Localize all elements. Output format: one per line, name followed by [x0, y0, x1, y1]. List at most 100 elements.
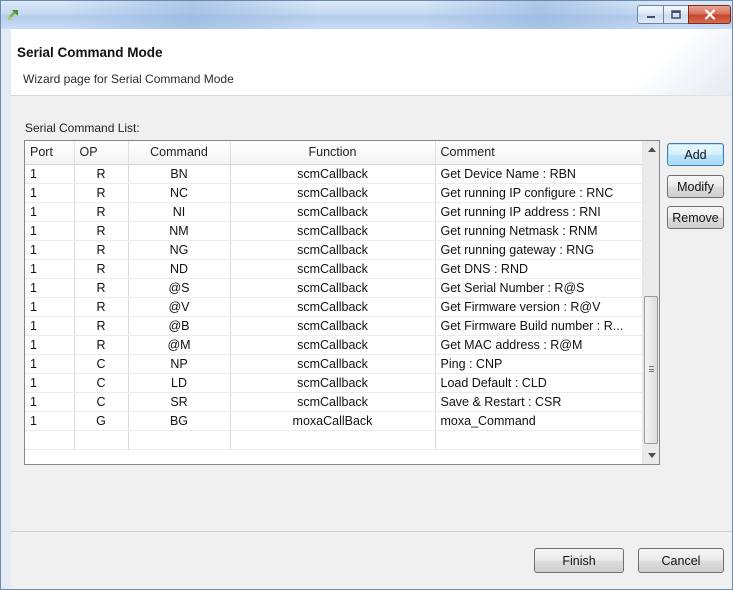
column-header-comment[interactable]: Comment: [435, 141, 644, 165]
chevron-up-icon: [647, 147, 656, 152]
window-left-edge: [1, 29, 11, 589]
header-decoration: [612, 29, 732, 96]
cell-command: BN: [128, 164, 231, 184]
cell-port: 1: [25, 202, 75, 222]
footer-separator: [11, 531, 732, 532]
scroll-down-button[interactable]: [643, 447, 659, 464]
title-bar[interactable]: [1, 1, 732, 29]
serial-command-list-label: Serial Command List:: [25, 121, 140, 135]
cell-port: 1: [25, 354, 75, 374]
scroll-up-button[interactable]: [643, 141, 659, 158]
table-row[interactable]: 1 C LD scmCallback Load Default : CLD: [25, 373, 644, 393]
table-row[interactable]: 1 R @M scmCallback Get MAC address : R@M: [25, 335, 644, 355]
cell-function: scmCallback: [230, 259, 436, 279]
cell-port: 1: [25, 278, 75, 298]
cell-comment: Save & Restart : CSR: [435, 392, 644, 412]
minimize-icon: [646, 15, 655, 18]
table-row[interactable]: 1 R NI scmCallback Get running IP address : …: [25, 202, 644, 222]
cell-port: 1: [25, 373, 75, 393]
table-row[interactable]: 1 G BG moxaCallBack moxa_Command: [25, 411, 644, 431]
table-row[interactable]: 1 R BN scmCallback Get Device Name : RBN: [25, 164, 644, 184]
cell-op: C: [74, 354, 129, 374]
cell-command: SR: [128, 392, 231, 412]
column-header-function[interactable]: Function: [230, 141, 436, 165]
cell-command: @B: [128, 316, 231, 336]
cell-port: 1: [25, 183, 75, 203]
scroll-grip-icon: [649, 366, 654, 372]
cell-comment: Get DNS : RND: [435, 259, 644, 279]
cell-comment: Get Device Name : RBN: [435, 164, 644, 184]
cell-op: R: [74, 259, 129, 279]
cell-port: 1: [25, 221, 75, 241]
scroll-thumb[interactable]: [644, 296, 658, 444]
add-button[interactable]: Add: [667, 143, 724, 166]
cell-op: C: [74, 373, 129, 393]
cell-comment: Get Firmware Build number : R...: [435, 316, 644, 336]
cell-command: NI: [128, 202, 231, 222]
table-row[interactable]: 1 R @V scmCallback Get Firmware version : R@…: [25, 297, 644, 317]
cell-function: scmCallback: [230, 221, 436, 241]
cell-function: scmCallback: [230, 278, 436, 298]
column-header-port[interactable]: Port: [25, 141, 75, 165]
cell-op: R: [74, 202, 129, 222]
cell-function: scmCallback: [230, 373, 436, 393]
cell-op: G: [74, 411, 129, 431]
wizard-window: Serial Command Mode Wizard page for Seri…: [0, 0, 733, 590]
remove-button[interactable]: Remove: [667, 206, 724, 229]
cell-comment: Get running IP configure : RNC: [435, 183, 644, 203]
cell-function: scmCallback: [230, 316, 436, 336]
table-header-row: Port OP Command Function Comment: [25, 141, 644, 165]
table-row[interactable]: 1 R @S scmCallback Get Serial Number : R@S: [25, 278, 644, 298]
column-header-command[interactable]: Command: [128, 141, 231, 165]
cell-port: 1: [25, 240, 75, 260]
cell-command: NM: [128, 221, 231, 241]
cancel-button[interactable]: Cancel: [638, 548, 724, 573]
cell-function: moxaCallBack: [230, 411, 436, 431]
table-row[interactable]: 1 R @B scmCallback Get Firmware Build number…: [25, 316, 644, 336]
minimize-button[interactable]: [637, 5, 664, 24]
cell-command: @V: [128, 297, 231, 317]
cell-command: NG: [128, 240, 231, 260]
cell-function: scmCallback: [230, 297, 436, 317]
cell-function: scmCallback: [230, 183, 436, 203]
cell-comment: Get Serial Number : R@S: [435, 278, 644, 298]
cell-function: scmCallback: [230, 335, 436, 355]
cell-function: scmCallback: [230, 202, 436, 222]
cell-command: @S: [128, 278, 231, 298]
cell-comment: Get Firmware version : R@V: [435, 297, 644, 317]
cell-op: R: [74, 335, 129, 355]
cell-comment: Ping : CNP: [435, 354, 644, 374]
cell-port: 1: [25, 164, 75, 184]
cell-port: 1: [25, 297, 75, 317]
wizard-header: Serial Command Mode Wizard page for Seri…: [11, 29, 732, 96]
modify-button[interactable]: Modify: [667, 175, 724, 198]
table-row[interactable]: 1 R ND scmCallback Get DNS : RND: [25, 259, 644, 279]
cell-command: LD: [128, 373, 231, 393]
finish-button[interactable]: Finish: [534, 548, 624, 573]
close-icon: [704, 9, 715, 20]
cell-port: 1: [25, 335, 75, 355]
chevron-down-icon: [647, 453, 656, 458]
column-header-op[interactable]: OP: [74, 141, 129, 165]
table-row[interactable]: 1 C SR scmCallback Save & Restart : CSR: [25, 392, 644, 412]
title-bar-glow: [61, 1, 321, 29]
table-vertical-scrollbar[interactable]: [642, 141, 659, 464]
cell-comment: Get MAC address : R@M: [435, 335, 644, 355]
cell-command: BG: [128, 411, 231, 431]
table-row[interactable]: 1 R NG scmCallback Get running gateway : RNG: [25, 240, 644, 260]
cell-function: scmCallback: [230, 240, 436, 260]
cell-op: R: [74, 316, 129, 336]
cell-port: 1: [25, 411, 75, 431]
cell-port: 1: [25, 316, 75, 336]
table-row[interactable]: 1 R NC scmCallback Get running IP configure …: [25, 183, 644, 203]
serial-command-table[interactable]: Port OP Command Function Comment 1 R BN scm…: [24, 140, 660, 465]
cell-comment: Get running Netmask : RNM: [435, 221, 644, 241]
cell-port: 1: [25, 392, 75, 412]
cell-op: R: [74, 297, 129, 317]
cell-command: NC: [128, 183, 231, 203]
table-row[interactable]: 1 C NP scmCallback Ping : CNP: [25, 354, 644, 374]
cell-function: scmCallback: [230, 392, 436, 412]
maximize-button[interactable]: [663, 5, 689, 24]
table-row[interactable]: 1 R NM scmCallback Get running Netmask : RNM: [25, 221, 644, 241]
close-button[interactable]: [688, 5, 731, 24]
